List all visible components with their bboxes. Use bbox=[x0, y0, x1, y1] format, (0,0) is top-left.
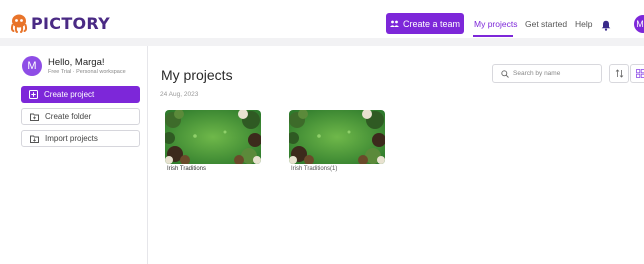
view-toggle-button[interactable] bbox=[630, 64, 644, 83]
nav-get-started[interactable]: Get started bbox=[525, 19, 567, 29]
octopus-logo-icon bbox=[9, 13, 29, 33]
create-folder-label: Create folder bbox=[45, 112, 92, 121]
sort-icon bbox=[615, 65, 624, 83]
workspace-plan: Free Trial · Personal workspace bbox=[48, 68, 126, 75]
user-greeting: Hello, Marga! bbox=[48, 56, 105, 68]
active-nav-indicator bbox=[473, 35, 513, 37]
brand-name: PICTORY bbox=[31, 13, 111, 33]
avatar: M bbox=[22, 56, 42, 76]
folder-plus-icon bbox=[30, 112, 39, 121]
sort-button[interactable] bbox=[609, 64, 629, 83]
import-icon bbox=[30, 134, 39, 143]
create-project-button[interactable]: Create project bbox=[21, 86, 140, 103]
people-icon bbox=[389, 19, 399, 29]
date-group-label: 24 Aug, 2023 bbox=[160, 91, 199, 98]
shamrock-thumbnail bbox=[289, 110, 385, 164]
project-title[interactable]: Irish Traditions(1) bbox=[291, 166, 337, 172]
search-input[interactable]: Search by name bbox=[492, 64, 602, 83]
search-placeholder: Search by name bbox=[513, 70, 561, 77]
create-folder-button[interactable]: Create folder bbox=[21, 108, 140, 125]
project-card-thumbnail[interactable] bbox=[289, 110, 385, 164]
page-title: My projects bbox=[161, 67, 233, 83]
create-team-button[interactable]: Create a team bbox=[386, 13, 464, 34]
bell-icon[interactable] bbox=[601, 18, 611, 31]
header-divider bbox=[0, 38, 644, 46]
account-avatar-initial: M bbox=[636, 19, 644, 29]
create-team-label: Create a team bbox=[402, 18, 461, 29]
nav-my-projects[interactable]: My projects bbox=[474, 19, 517, 29]
search-icon bbox=[501, 69, 509, 78]
import-projects-label: Import projects bbox=[45, 134, 98, 143]
shamrock-thumbnail bbox=[165, 110, 261, 164]
user-profile[interactable]: M Hello, Marga! Free Trial · Personal wo… bbox=[22, 56, 126, 76]
pictory-logo[interactable]: PICTORY bbox=[9, 13, 110, 33]
account-avatar[interactable]: M bbox=[634, 15, 644, 33]
grid-view-icon bbox=[635, 65, 644, 83]
import-projects-button[interactable]: Import projects bbox=[21, 130, 140, 147]
nav-help[interactable]: Help bbox=[575, 19, 592, 29]
project-card-thumbnail[interactable] bbox=[165, 110, 261, 164]
create-project-label: Create project bbox=[44, 90, 95, 99]
project-title[interactable]: Irish Traditions bbox=[167, 166, 206, 172]
plus-square-icon bbox=[29, 90, 38, 99]
sidebar bbox=[0, 46, 148, 264]
